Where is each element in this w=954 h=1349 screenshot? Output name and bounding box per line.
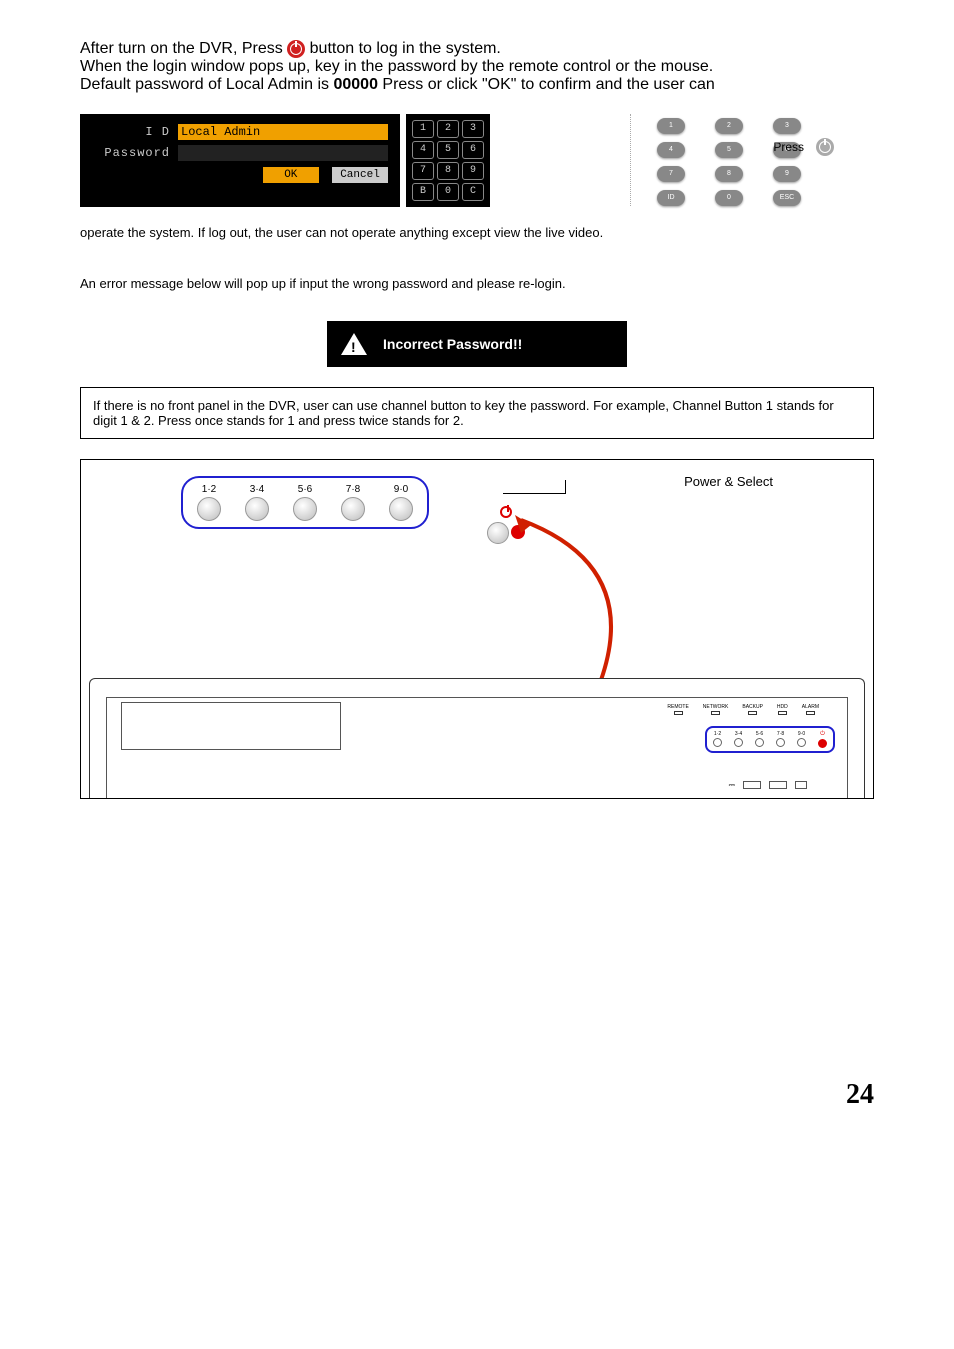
remote-key-3[interactable]: 3 [773,118,801,134]
dev-btn-90[interactable]: 9·0 [797,731,806,748]
key-4[interactable]: 4 [412,141,434,159]
key-7[interactable]: 7 [412,162,434,180]
port-1 [743,781,761,789]
warning-text: Incorrect Password!! [383,336,522,352]
intro-line2: When the login window pops up, key in th… [80,58,713,75]
callout-line-v [565,480,566,494]
warning-box: Incorrect Password!! [327,321,627,367]
device-chassis: REMOTE NETWORK BACKUP HDD ALARM 1·2 3·4 … [89,678,865,798]
dev-btn-34[interactable]: 3·4 [734,731,743,748]
intro-line3-pre: Default password of Local Admin is [80,76,329,93]
key-2[interactable]: 2 [437,120,459,138]
after-login-text: operate the system. If log out, the user… [80,225,874,240]
key-5[interactable]: 5 [437,141,459,159]
id-field[interactable]: Local Admin [178,124,388,140]
login-dialog: I D Local Admin Password OK Cancel [80,114,400,207]
strip-btn-56[interactable]: 5·6 [293,484,317,521]
callout-line-h [503,493,565,494]
power-icon [287,40,305,58]
remote-key-9[interactable]: 9 [773,166,801,182]
remote-key-8[interactable]: 8 [715,166,743,182]
key-6[interactable]: 6 [462,141,484,159]
power-select-label: Power & Select [684,474,773,489]
remote-key-id[interactable]: ID [657,190,685,206]
strip-btn-90[interactable]: 9·0 [389,484,413,521]
warning-icon [341,333,367,355]
key-b[interactable]: B [412,183,434,201]
dev-btn-56[interactable]: 5·6 [755,731,764,748]
wrong-password-line: An error message below will pop up if in… [80,276,874,291]
led-network: NETWORK [703,704,729,715]
intro-text: After turn on the DVR, Press button to l… [80,40,874,94]
key-8[interactable]: 8 [437,162,459,180]
remote-power-icon-container [816,138,834,156]
remote-key-5[interactable]: 5 [715,142,743,158]
strip-btn-78[interactable]: 7·8 [341,484,365,521]
device-inner: REMOTE NETWORK BACKUP HDD ALARM 1·2 3·4 … [106,697,848,798]
login-row: I D Local Admin Password OK Cancel 1 2 3… [80,114,874,207]
remote-key-4[interactable]: 4 [657,142,685,158]
remote-key-0[interactable]: 0 [715,190,743,206]
remote-control: 1 2 3 4 5 6 7 8 9 ID 0 ESC [630,114,807,206]
remote-key-7[interactable]: 7 [657,166,685,182]
note-line1: If there is no front panel in the DVR, u… [93,398,616,413]
power-icon-gray [816,138,834,156]
key-0[interactable]: 0 [437,183,459,201]
led-hdd: HDD [777,704,788,715]
usb-icon: ⎓ [729,780,735,790]
cancel-button[interactable]: Cancel [332,167,388,183]
ok-button[interactable]: OK [263,167,319,183]
remote-power-text: Press [773,140,804,154]
intro-line1-post: button to log in the system. [310,40,501,57]
remote-button-strip: 1·2 3·4 5·6 7·8 9·0 [181,476,429,529]
port-2 [769,781,787,789]
password-field[interactable] [178,145,388,161]
intro-line1-pre: After turn on the DVR, Press [80,40,287,57]
device-ports: ⎓ [729,780,807,790]
front-panel-diagram: Power & Select 1·2 3·4 5·6 7·8 9·0 REMOT… [80,459,874,799]
strip-btn-34[interactable]: 3·4 [245,484,269,521]
intro-line3-post: Press or click "OK" to confirm and the u… [382,76,714,93]
remote-key-esc[interactable]: ESC [773,190,801,206]
key-1[interactable]: 1 [412,120,434,138]
onscreen-keypad: 1 2 3 4 5 6 7 8 9 B 0 C [406,114,490,207]
key-3[interactable]: 3 [462,120,484,138]
dev-btn-78[interactable]: 7·8 [776,731,785,748]
device-leds: REMOTE NETWORK BACKUP HDD ALARM [667,704,819,715]
led-alarm: ALARM [802,704,819,715]
port-3 [795,781,807,789]
device-button-strip: 1·2 3·4 5·6 7·8 9·0 ⏻ [705,726,835,753]
device-slot [121,702,341,750]
login-and-keypad: I D Local Admin Password OK Cancel 1 2 3… [80,114,490,207]
page-number: 24 [80,1079,874,1111]
note-box: If there is no front panel in the DVR, u… [80,387,874,439]
default-password: 00000 [333,76,382,93]
password-label: Password [92,146,178,160]
strip-btn-12[interactable]: 1·2 [197,484,221,521]
arrow-icon [511,515,671,695]
dev-btn-12[interactable]: 1·2 [713,731,722,748]
dev-btn-power[interactable]: ⏻ [818,731,827,748]
key-c[interactable]: C [462,183,484,201]
id-label: I D [92,125,178,139]
remote-key-1[interactable]: 1 [657,118,685,134]
led-remote: REMOTE [667,704,688,715]
led-backup: BACKUP [742,704,763,715]
key-9[interactable]: 9 [462,162,484,180]
remote-key-2[interactable]: 2 [715,118,743,134]
